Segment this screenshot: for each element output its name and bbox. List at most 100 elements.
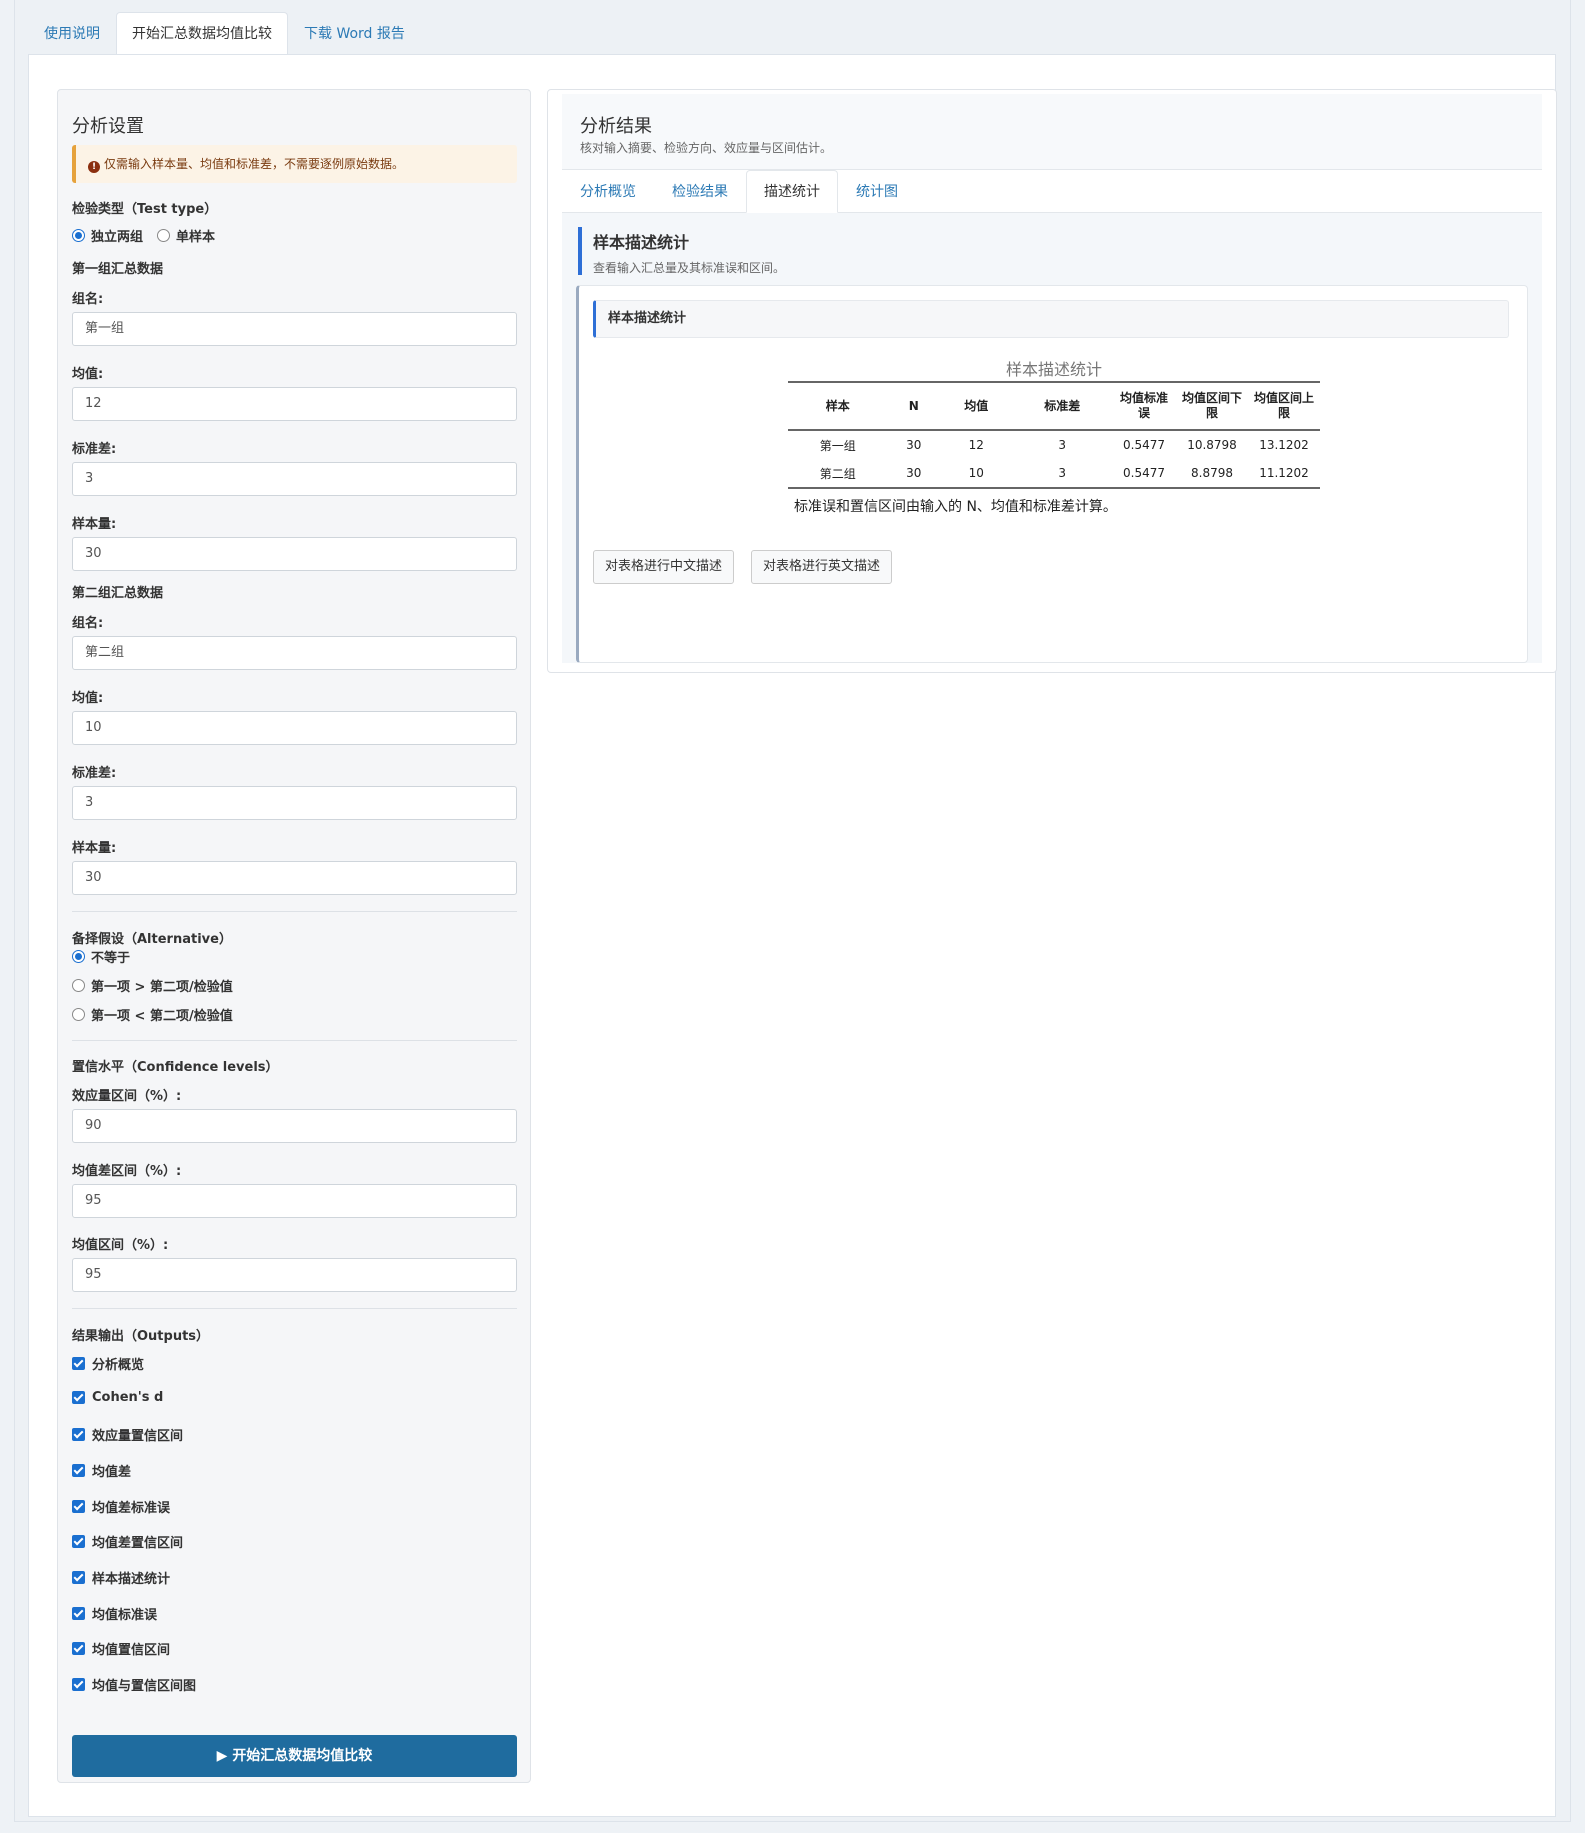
descriptives-card: 样本描述统计 样本描述统计 样本 N 均值 标准差 均值标准误 均值区间下限 均… [576, 285, 1528, 663]
tab-test-results[interactable]: 检验结果 [654, 170, 746, 213]
section-title: 样本描述统计 [593, 233, 690, 252]
group1-n-input[interactable]: 30 [72, 537, 517, 571]
output-mean-ci-plot[interactable]: 均值与置信区间图 [72, 1675, 196, 1694]
tab-start-comparison[interactable]: 开始汇总数据均值比较 [116, 12, 288, 55]
describe-english-button[interactable]: 对表格进行英文描述 [751, 550, 893, 584]
col-header: 均值标准误 [1112, 381, 1176, 431]
table-cell: 0.5477 [1112, 459, 1176, 489]
col-header: 样本 [788, 381, 888, 431]
group2-sd-input[interactable]: 3 [72, 786, 517, 820]
descriptives-table: 样本 N 均值 标准差 均值标准误 均值区间下限 均值区间上限 第一组 30 1… [788, 381, 1320, 489]
group2-name-input[interactable]: 第二组 [72, 636, 517, 670]
checkbox-checked-icon[interactable] [72, 1500, 85, 1513]
table-cell: 12 [968, 438, 984, 452]
describe-chinese-button[interactable]: 对表格进行中文描述 [593, 550, 735, 584]
group2-mean-label: 均值: [72, 691, 104, 706]
checkbox-checked-icon[interactable] [72, 1571, 85, 1584]
checkbox-checked-icon[interactable] [72, 1464, 85, 1477]
table-note: 标准误和置信区间由输入的 N、均值和标准差计算。 [794, 499, 1117, 515]
col-header: 均值区间上限 [1248, 381, 1320, 431]
checkbox-checked-icon[interactable] [72, 1391, 85, 1404]
group2-n-input[interactable]: 30 [72, 861, 517, 895]
radio-independent[interactable] [72, 229, 85, 242]
section-subtitle: 查看输入汇总量及其标准误和区间。 [593, 261, 786, 275]
divider [72, 1040, 517, 1041]
output-cohens-d[interactable]: Cohen's d [72, 1390, 163, 1405]
alternative-option-greater[interactable]: 第一项 > 第二项/检验值 [72, 976, 233, 995]
results-tab-bar: 分析概览 检验结果 描述统计 统计图 [562, 170, 1542, 213]
table-cell: 30 [887, 459, 941, 489]
checkbox-checked-icon[interactable] [72, 1535, 85, 1548]
checkbox-checked-icon[interactable] [72, 1642, 85, 1655]
card-title: 样本描述统计 [593, 300, 1509, 338]
group1-mean-input[interactable]: 12 [72, 387, 517, 421]
table-cell: 10 [940, 459, 1013, 489]
radio-less[interactable] [72, 1008, 85, 1021]
table-cell: 第二组 [788, 459, 888, 489]
group2-n-label: 样本量: [72, 841, 117, 856]
group1-sd-input[interactable]: 3 [72, 462, 517, 496]
output-es-ci[interactable]: 效应量置信区间 [72, 1425, 183, 1444]
table-cell: 3 [1012, 459, 1112, 489]
output-label: 均值标准误 [92, 1608, 158, 1623]
checkbox-checked-icon[interactable] [72, 1428, 85, 1441]
group1-n-label: 样本量: [72, 517, 117, 532]
outputs-label: 结果输出（Outputs） [72, 1329, 210, 1344]
output-label: 均值差标准误 [92, 1501, 171, 1516]
output-mean-se[interactable]: 均值标准误 [72, 1604, 157, 1623]
table-header-row: 样本 N 均值 标准差 均值标准误 均值区间下限 均值区间上限 [788, 381, 1320, 431]
exclamation-circle-icon: ! [88, 161, 100, 173]
mean-ci-input[interactable]: 95 [72, 1258, 517, 1292]
output-mean-diff[interactable]: 均值差 [72, 1461, 131, 1480]
output-mean-diff-se[interactable]: 均值差标准误 [72, 1497, 170, 1516]
table-row: 第二组 30 10 3 0.5477 8.8798 11.1202 [788, 459, 1320, 489]
alternative-option-less[interactable]: 第一项 < 第二项/检验值 [72, 1005, 233, 1024]
output-label: 分析概览 [92, 1358, 145, 1373]
table-cell: 第一组 [819, 438, 856, 453]
tab-download-word[interactable]: 下载 Word 报告 [288, 12, 421, 55]
table-row: 第一组 30 12 3 0.5477 10.8798 13.1202 [788, 430, 1320, 459]
radio-less-label: 第一项 < 第二项/检验值 [91, 1009, 233, 1024]
md-ci-input[interactable]: 95 [72, 1184, 517, 1218]
checkbox-checked-icon[interactable] [72, 1607, 85, 1620]
output-mean-ci[interactable]: 均值置信区间 [72, 1639, 170, 1658]
col-header: 标准差 [1012, 381, 1112, 431]
run-analysis-button[interactable]: ▶ 开始汇总数据均值比较 [72, 1735, 517, 1777]
group2-sd-label: 标准差: [72, 766, 117, 781]
group1-header: 第一组汇总数据 [72, 262, 164, 277]
test-type-label: 检验类型（Test type） [72, 202, 218, 217]
radio-greater[interactable] [72, 979, 85, 992]
checkbox-checked-icon[interactable] [72, 1357, 85, 1370]
radio-one-sample[interactable] [157, 229, 171, 242]
confidence-label: 置信水平（Confidence levels） [72, 1060, 279, 1075]
output-descriptives[interactable]: 样本描述统计 [72, 1568, 170, 1587]
es-ci-label: 效应量区间（%）: [72, 1089, 182, 1104]
table-cell: 3 [1058, 438, 1067, 452]
tab-instructions[interactable]: 使用说明 [28, 12, 116, 55]
mean-ci-label: 均值区间（%）: [72, 1238, 169, 1253]
divider [72, 1308, 517, 1309]
group1-sd-label: 标准差: [72, 442, 117, 457]
radio-two-sided[interactable] [72, 950, 85, 963]
results-header: 分析结果 核对输入摘要、检验方向、效应量与区间估计。 [562, 94, 1542, 170]
radio-greater-label: 第一项 > 第二项/检验值 [91, 980, 233, 995]
table-caption: 样本描述统计 [1005, 360, 1102, 379]
group1-name-label: 组名: [72, 292, 104, 307]
output-label: 样本描述统计 [92, 1572, 171, 1587]
tab-descriptives[interactable]: 描述统计 [746, 170, 838, 213]
group2-mean-input[interactable]: 10 [72, 711, 517, 745]
info-alert: ! 仅需输入样本量、均值和标准差，不需要逐例原始数据。 [72, 145, 517, 183]
output-mean-diff-ci[interactable]: 均值差置信区间 [72, 1532, 183, 1551]
tab-plot[interactable]: 统计图 [838, 170, 916, 213]
output-overview[interactable]: 分析概览 [72, 1354, 144, 1373]
alternative-option-two-sided[interactable]: 不等于 [72, 947, 130, 966]
group1-name-input[interactable]: 第一组 [72, 312, 517, 346]
output-label: Cohen's d [92, 1390, 164, 1405]
es-ci-input[interactable]: 90 [72, 1109, 517, 1143]
output-label: 均值差 [92, 1465, 132, 1480]
checkbox-checked-icon[interactable] [72, 1678, 85, 1691]
results-body: 样本描述统计 查看输入汇总量及其标准误和区间。 样本描述统计 样本描述统计 样本… [562, 213, 1542, 663]
top-tab-bar: 使用说明 开始汇总数据均值比较 下载 Word 报告 [28, 12, 421, 55]
col-header: 均值 [940, 381, 1013, 431]
tab-overview[interactable]: 分析概览 [562, 170, 654, 213]
